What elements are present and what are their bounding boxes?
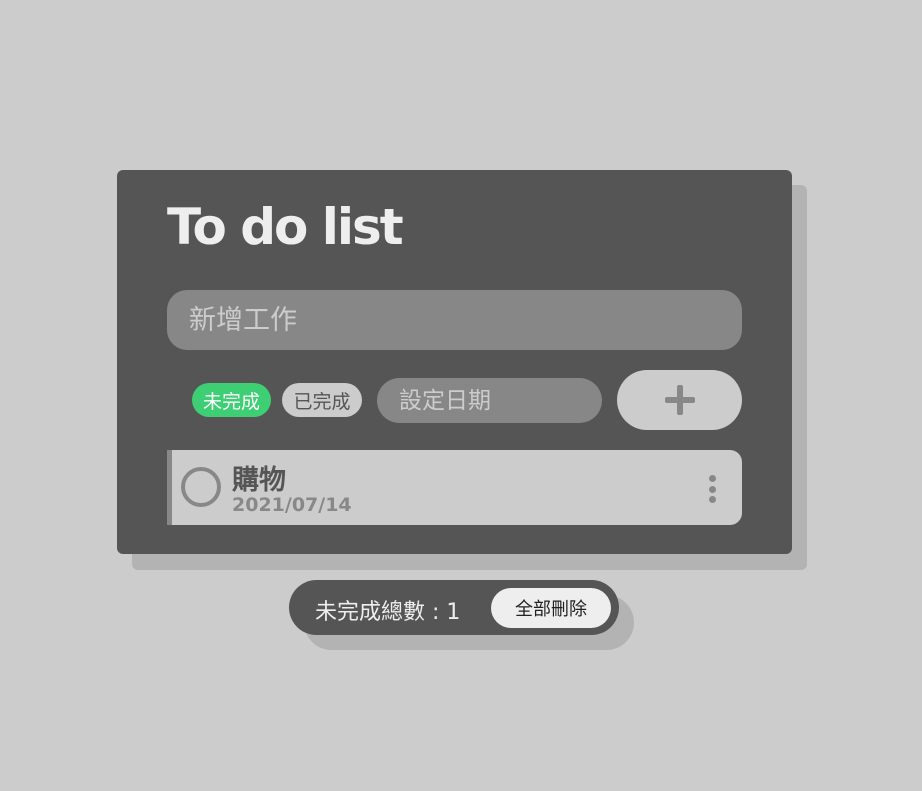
todo-card: To do list 未完成 已完成 購物 2021/07/14 [117, 170, 792, 554]
task-checkbox[interactable] [181, 467, 221, 507]
filter-undone[interactable]: 未完成 [192, 383, 271, 417]
more-options-icon[interactable] [707, 475, 717, 503]
task-item: 購物 2021/07/14 [167, 450, 742, 525]
new-task-input[interactable] [167, 290, 742, 350]
plus-icon [664, 385, 695, 415]
delete-all-button[interactable]: 全部刪除 [491, 588, 611, 628]
page-title: To do list [167, 198, 404, 256]
filter-done[interactable]: 已完成 [282, 383, 362, 417]
date-input[interactable] [377, 378, 602, 423]
undone-count: 未完成總數 : 1 [315, 600, 461, 625]
footer-bar: 未完成總數 : 1 全部刪除 [289, 580, 619, 635]
task-date: 2021/07/14 [232, 494, 352, 516]
add-task-button[interactable] [617, 370, 742, 430]
task-title: 購物 [232, 465, 286, 496]
